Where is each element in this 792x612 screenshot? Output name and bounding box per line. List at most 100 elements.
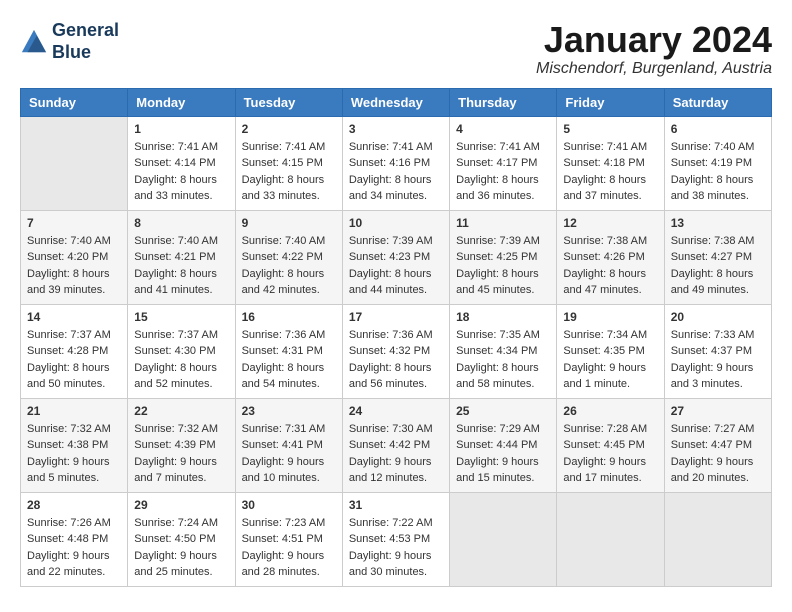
day-number: 15 xyxy=(134,310,228,324)
day-number: 19 xyxy=(563,310,657,324)
sunset-text: Sunset: 4:38 PM xyxy=(27,439,108,451)
day-info: Sunrise: 7:22 AM Sunset: 4:53 PM Dayligh… xyxy=(349,515,443,581)
day-info: Sunrise: 7:32 AM Sunset: 4:39 PM Dayligh… xyxy=(134,421,228,487)
sunset-text: Sunset: 4:20 PM xyxy=(27,251,108,263)
day-number: 26 xyxy=(563,404,657,418)
day-number: 23 xyxy=(242,404,336,418)
day-number: 18 xyxy=(456,310,550,324)
sunrise-text: Sunrise: 7:26 AM xyxy=(27,517,111,529)
daylight-text: Daylight: 8 hours and 58 minutes. xyxy=(456,362,539,391)
table-row: 9 Sunrise: 7:40 AM Sunset: 4:22 PM Dayli… xyxy=(235,210,342,304)
sunrise-text: Sunrise: 7:40 AM xyxy=(671,141,755,153)
day-number: 12 xyxy=(563,216,657,230)
daylight-text: Daylight: 8 hours and 42 minutes. xyxy=(242,268,325,297)
sunset-text: Sunset: 4:17 PM xyxy=(456,157,537,169)
daylight-text: Daylight: 9 hours and 10 minutes. xyxy=(242,456,325,485)
table-row: 19 Sunrise: 7:34 AM Sunset: 4:35 PM Dayl… xyxy=(557,304,664,398)
sunrise-text: Sunrise: 7:39 AM xyxy=(456,235,540,247)
table-row: 12 Sunrise: 7:38 AM Sunset: 4:26 PM Dayl… xyxy=(557,210,664,304)
table-row: 3 Sunrise: 7:41 AM Sunset: 4:16 PM Dayli… xyxy=(342,116,449,210)
day-info: Sunrise: 7:30 AM Sunset: 4:42 PM Dayligh… xyxy=(349,421,443,487)
sunset-text: Sunset: 4:19 PM xyxy=(671,157,752,169)
day-info: Sunrise: 7:31 AM Sunset: 4:41 PM Dayligh… xyxy=(242,421,336,487)
day-info: Sunrise: 7:38 AM Sunset: 4:26 PM Dayligh… xyxy=(563,233,657,299)
day-number: 25 xyxy=(456,404,550,418)
sunset-text: Sunset: 4:41 PM xyxy=(242,439,323,451)
logo-icon xyxy=(20,28,48,56)
daylight-text: Daylight: 8 hours and 41 minutes. xyxy=(134,268,217,297)
table-row: 30 Sunrise: 7:23 AM Sunset: 4:51 PM Dayl… xyxy=(235,492,342,586)
sunset-text: Sunset: 4:48 PM xyxy=(27,533,108,545)
sunset-text: Sunset: 4:26 PM xyxy=(563,251,644,263)
day-info: Sunrise: 7:40 AM Sunset: 4:19 PM Dayligh… xyxy=(671,139,765,205)
day-info: Sunrise: 7:26 AM Sunset: 4:48 PM Dayligh… xyxy=(27,515,121,581)
sunset-text: Sunset: 4:31 PM xyxy=(242,345,323,357)
sunrise-text: Sunrise: 7:40 AM xyxy=(27,235,111,247)
day-info: Sunrise: 7:33 AM Sunset: 4:37 PM Dayligh… xyxy=(671,327,765,393)
daylight-text: Daylight: 8 hours and 34 minutes. xyxy=(349,174,432,203)
day-info: Sunrise: 7:35 AM Sunset: 4:34 PM Dayligh… xyxy=(456,327,550,393)
day-number: 29 xyxy=(134,498,228,512)
month-title: January 2024 xyxy=(536,20,772,60)
day-info: Sunrise: 7:34 AM Sunset: 4:35 PM Dayligh… xyxy=(563,327,657,393)
daylight-text: Daylight: 8 hours and 39 minutes. xyxy=(27,268,110,297)
sunset-text: Sunset: 4:21 PM xyxy=(134,251,215,263)
sunrise-text: Sunrise: 7:29 AM xyxy=(456,423,540,435)
day-number: 28 xyxy=(27,498,121,512)
table-row: 11 Sunrise: 7:39 AM Sunset: 4:25 PM Dayl… xyxy=(450,210,557,304)
day-info: Sunrise: 7:32 AM Sunset: 4:38 PM Dayligh… xyxy=(27,421,121,487)
header-wednesday: Wednesday xyxy=(342,88,449,116)
table-row: 28 Sunrise: 7:26 AM Sunset: 4:48 PM Dayl… xyxy=(21,492,128,586)
table-row: 24 Sunrise: 7:30 AM Sunset: 4:42 PM Dayl… xyxy=(342,398,449,492)
sunset-text: Sunset: 4:42 PM xyxy=(349,439,430,451)
sunset-text: Sunset: 4:45 PM xyxy=(563,439,644,451)
sunrise-text: Sunrise: 7:41 AM xyxy=(134,141,218,153)
table-row: 21 Sunrise: 7:32 AM Sunset: 4:38 PM Dayl… xyxy=(21,398,128,492)
day-number: 4 xyxy=(456,122,550,136)
day-number: 13 xyxy=(671,216,765,230)
daylight-text: Daylight: 9 hours and 5 minutes. xyxy=(27,456,110,485)
sunset-text: Sunset: 4:18 PM xyxy=(563,157,644,169)
sunset-text: Sunset: 4:28 PM xyxy=(27,345,108,357)
daylight-text: Daylight: 9 hours and 7 minutes. xyxy=(134,456,217,485)
sunset-text: Sunset: 4:39 PM xyxy=(134,439,215,451)
daylight-text: Daylight: 8 hours and 52 minutes. xyxy=(134,362,217,391)
logo-text: General Blue xyxy=(52,20,119,63)
day-info: Sunrise: 7:40 AM Sunset: 4:21 PM Dayligh… xyxy=(134,233,228,299)
sunset-text: Sunset: 4:30 PM xyxy=(134,345,215,357)
table-row: 20 Sunrise: 7:33 AM Sunset: 4:37 PM Dayl… xyxy=(664,304,771,398)
table-row: 29 Sunrise: 7:24 AM Sunset: 4:50 PM Dayl… xyxy=(128,492,235,586)
day-number: 22 xyxy=(134,404,228,418)
table-row: 18 Sunrise: 7:35 AM Sunset: 4:34 PM Dayl… xyxy=(450,304,557,398)
day-number: 11 xyxy=(456,216,550,230)
title-section: January 2024 Mischendorf, Burgenland, Au… xyxy=(536,20,772,78)
day-number: 16 xyxy=(242,310,336,324)
daylight-text: Daylight: 9 hours and 20 minutes. xyxy=(671,456,754,485)
day-info: Sunrise: 7:41 AM Sunset: 4:16 PM Dayligh… xyxy=(349,139,443,205)
sunrise-text: Sunrise: 7:41 AM xyxy=(349,141,433,153)
table-row: 10 Sunrise: 7:39 AM Sunset: 4:23 PM Dayl… xyxy=(342,210,449,304)
header-sunday: Sunday xyxy=(21,88,128,116)
day-info: Sunrise: 7:37 AM Sunset: 4:30 PM Dayligh… xyxy=(134,327,228,393)
daylight-text: Daylight: 8 hours and 47 minutes. xyxy=(563,268,646,297)
day-info: Sunrise: 7:38 AM Sunset: 4:27 PM Dayligh… xyxy=(671,233,765,299)
sunrise-text: Sunrise: 7:28 AM xyxy=(563,423,647,435)
daylight-text: Daylight: 8 hours and 37 minutes. xyxy=(563,174,646,203)
daylight-text: Daylight: 8 hours and 36 minutes. xyxy=(456,174,539,203)
day-info: Sunrise: 7:27 AM Sunset: 4:47 PM Dayligh… xyxy=(671,421,765,487)
daylight-text: Daylight: 9 hours and 25 minutes. xyxy=(134,550,217,579)
sunrise-text: Sunrise: 7:36 AM xyxy=(349,329,433,341)
sunrise-text: Sunrise: 7:34 AM xyxy=(563,329,647,341)
day-info: Sunrise: 7:28 AM Sunset: 4:45 PM Dayligh… xyxy=(563,421,657,487)
daylight-text: Daylight: 8 hours and 33 minutes. xyxy=(242,174,325,203)
sunrise-text: Sunrise: 7:38 AM xyxy=(671,235,755,247)
day-number: 24 xyxy=(349,404,443,418)
day-number: 20 xyxy=(671,310,765,324)
sunrise-text: Sunrise: 7:30 AM xyxy=(349,423,433,435)
sunset-text: Sunset: 4:14 PM xyxy=(134,157,215,169)
header-saturday: Saturday xyxy=(664,88,771,116)
sunset-text: Sunset: 4:44 PM xyxy=(456,439,537,451)
day-info: Sunrise: 7:40 AM Sunset: 4:20 PM Dayligh… xyxy=(27,233,121,299)
sunrise-text: Sunrise: 7:41 AM xyxy=(563,141,647,153)
daylight-text: Daylight: 8 hours and 38 minutes. xyxy=(671,174,754,203)
